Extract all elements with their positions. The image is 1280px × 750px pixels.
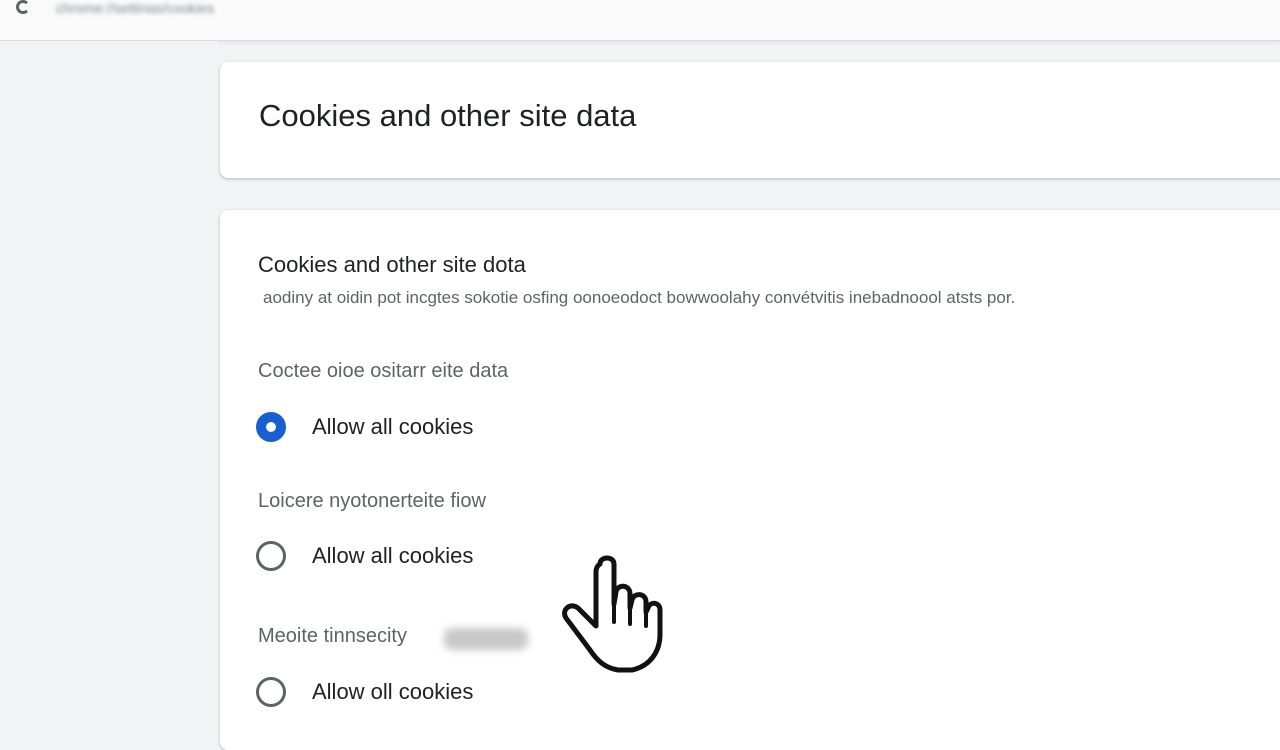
group-label-3: Meoite tinnsecity [258, 625, 407, 647]
blurred-badge [444, 628, 528, 650]
group-label-1: Coctee oioe ositarr eite data [258, 360, 509, 382]
radio-checked-icon[interactable] [256, 412, 286, 442]
group-label-2: Loicere nyotonerteite fiow [258, 490, 486, 512]
radio-option-allow-all-3[interactable]: Allow oll cookies [256, 675, 473, 709]
radio-unchecked-icon[interactable] [256, 541, 286, 571]
chrome-icon [16, 0, 30, 14]
page-header-card: Cookies and other site data [220, 62, 1280, 178]
page-title: Cookies and other site data [259, 98, 637, 133]
section-description: aodiny at oidin pot incgtes sokotie osfi… [263, 288, 1016, 307]
browser-toolbar: chrome://settings/cookies [0, 0, 1280, 41]
radio-label: Allow oll cookies [312, 679, 474, 704]
radio-option-allow-all-2[interactable]: Allow all cookies [256, 539, 473, 573]
section-title: Cookies and other site dota [258, 252, 526, 277]
address-bar[interactable]: chrome://settings/cookies [56, 0, 676, 14]
radio-option-allow-all-1[interactable]: Allow all cookies [256, 410, 473, 444]
radio-unchecked-icon[interactable] [256, 677, 286, 707]
radio-label: Allow all cookies [312, 414, 474, 439]
hand-pointer-icon [562, 555, 663, 673]
cookies-settings-card: Cookies and other site dota aodiny at oi… [220, 210, 1280, 750]
sidebar-area [0, 41, 218, 720]
radio-label: Allow all cookies [312, 543, 474, 568]
